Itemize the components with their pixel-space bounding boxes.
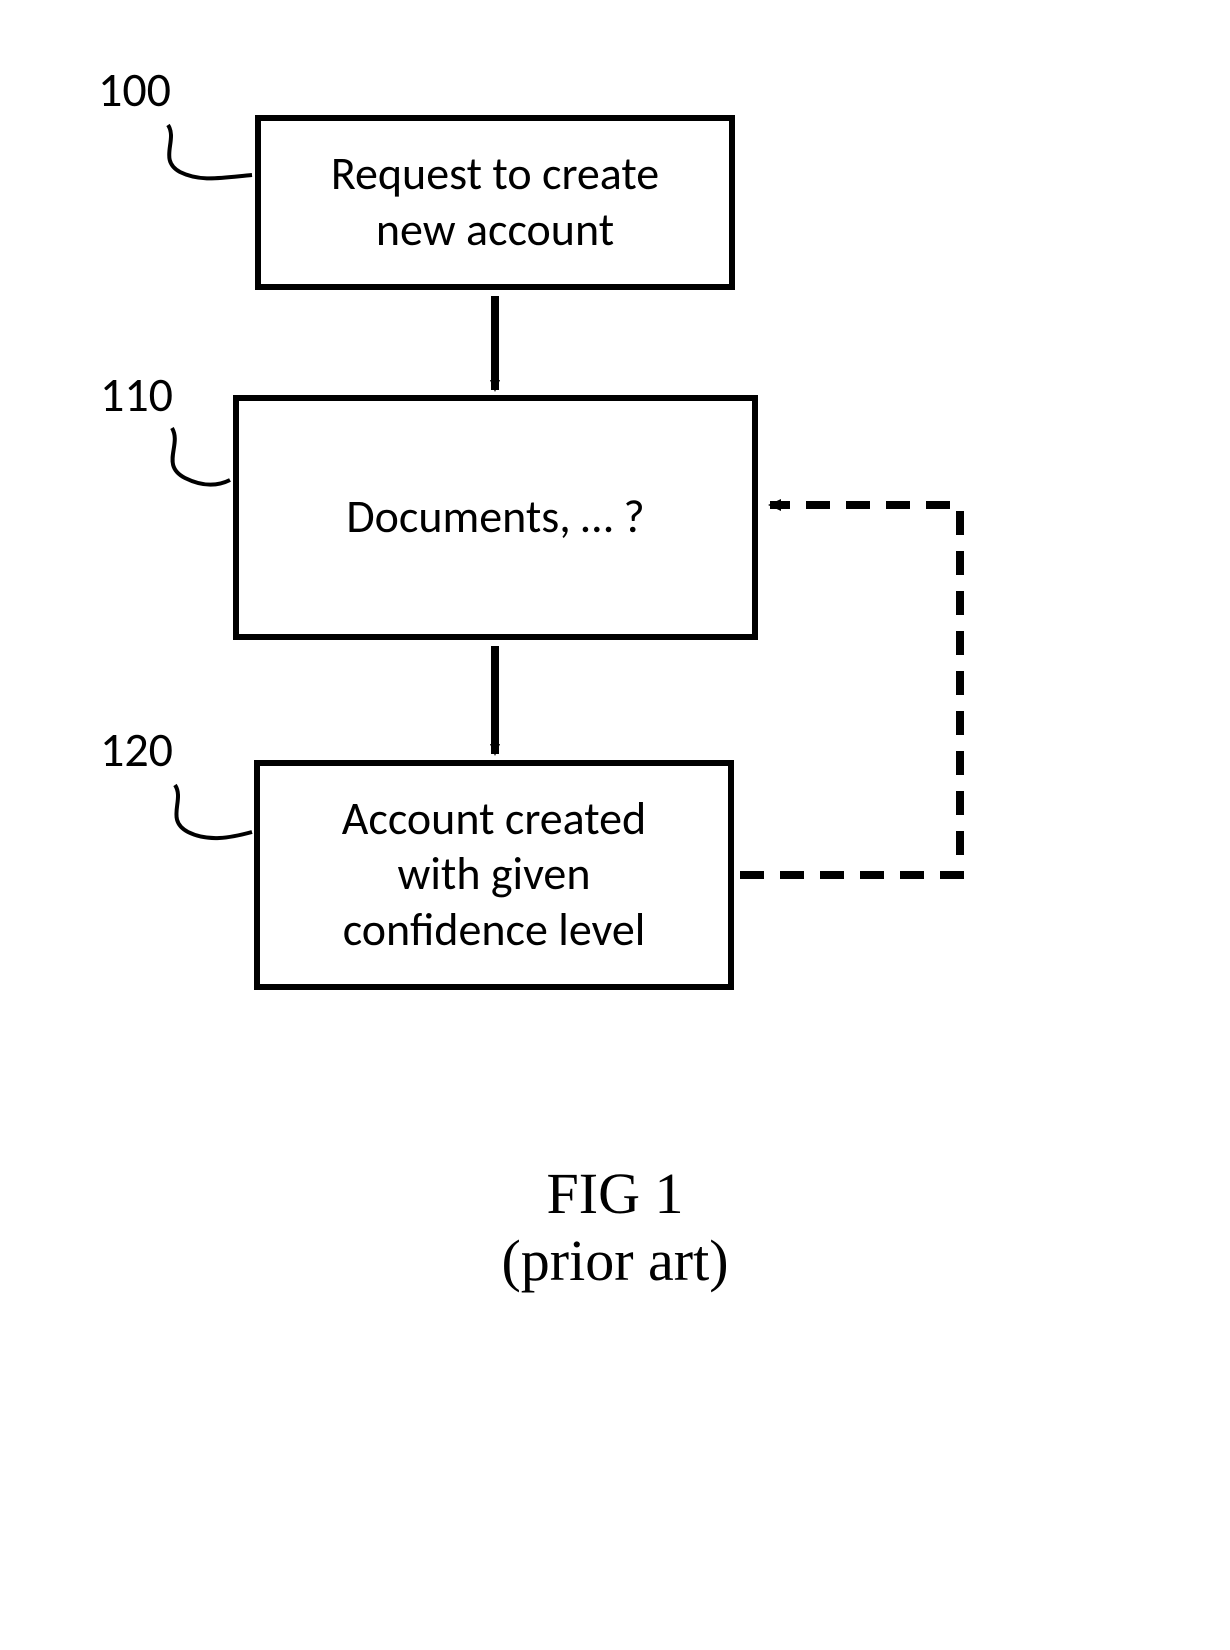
flow-box-110-text: Documents, … ? (346, 490, 644, 545)
ref-label-110: 110 (100, 365, 173, 424)
ref-label-120: 120 (100, 720, 173, 779)
figure-caption: FIG 1 (prior art) (0, 1160, 1230, 1294)
figure-caption-line2: (prior art) (0, 1227, 1230, 1294)
flow-box-110: Documents, … ? (233, 395, 758, 640)
flow-box-100-text: Request to create new account (331, 147, 659, 257)
arrow-120-to-110-feedback (740, 505, 960, 875)
diagram-canvas: 100 110 120 Request to create new accoun… (0, 0, 1230, 1650)
lead-line-120 (175, 785, 252, 838)
flow-box-120: Account created with given confidence le… (254, 760, 734, 990)
lead-line-100 (168, 125, 252, 178)
ref-label-100: 100 (98, 60, 171, 119)
flow-box-100: Request to create new account (255, 115, 735, 290)
lead-line-110 (172, 428, 230, 485)
flow-box-120-text: Account created with given confidence le… (342, 792, 646, 958)
figure-caption-line1: FIG 1 (0, 1160, 1230, 1227)
